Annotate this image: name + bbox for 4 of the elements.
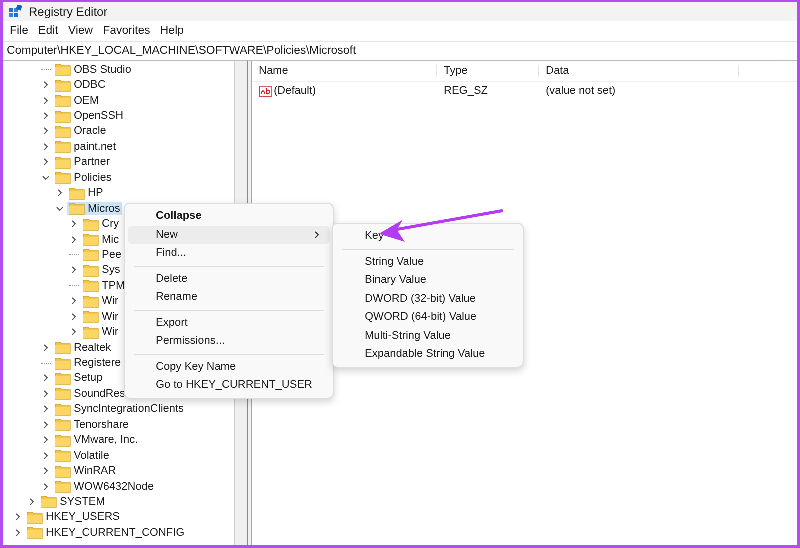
- window-title: Registry Editor: [29, 4, 108, 18]
- table-cell: (Default): [274, 85, 316, 97]
- table-cell-text: (value not set): [545, 85, 617, 97]
- table-cell-text: REG_SZ: [443, 85, 490, 97]
